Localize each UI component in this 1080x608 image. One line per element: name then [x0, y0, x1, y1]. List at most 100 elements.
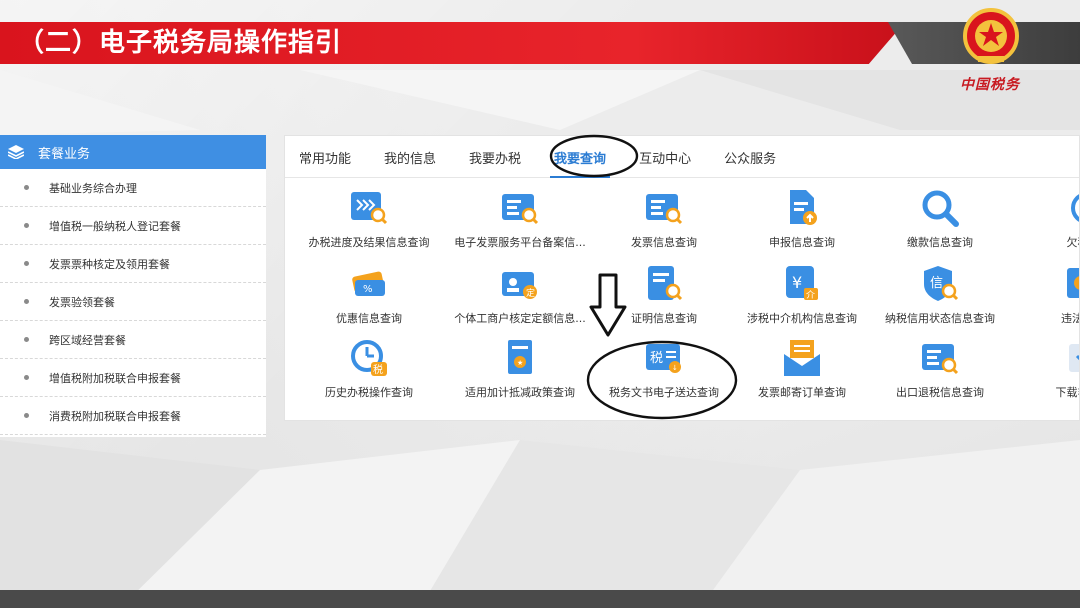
sidebar-title: 套餐业务	[38, 146, 91, 162]
certificate-search-icon	[648, 266, 683, 301]
national-emblem-icon	[963, 8, 1019, 64]
yen-agency-icon: ¥介	[786, 266, 818, 301]
function-item-label: 涉税中介机构信息查询	[747, 312, 857, 325]
credit-shield-icon: 信	[924, 266, 959, 301]
function-item-label: 纳税信用状态信息查询	[885, 312, 995, 325]
sidebar-item[interactable]: 发票验领套餐	[0, 283, 266, 321]
function-item[interactable]: 税历史办税操作查询	[299, 338, 439, 410]
mail-envelope-icon	[784, 340, 820, 376]
sidebar-item[interactable]: 增值税附加税联合申报套餐	[0, 359, 266, 397]
function-item[interactable]: 下载非税收	[1013, 338, 1079, 410]
sidebar-item-label: 发票票种核定及领用套餐	[49, 257, 170, 271]
function-item[interactable]: 电子发票服务平台备案信...	[450, 188, 590, 260]
violation-icon	[1067, 268, 1079, 298]
id-card-icon: 定	[502, 272, 537, 299]
function-item[interactable]: ¥ 介涉税中介机构信息查询	[732, 264, 872, 336]
function-item-label: 发票邮寄订单查询	[758, 386, 846, 399]
svg-text:税: 税	[650, 351, 663, 366]
function-item-label: 历史办税操作查询	[325, 386, 413, 399]
discount-ticket-icon: %	[352, 271, 385, 296]
export-refund-icon	[922, 344, 959, 375]
function-item[interactable]: 证明信息查询	[594, 264, 734, 336]
function-item-label: 适用加计抵减政策查询	[465, 386, 575, 399]
sidebar-item-label: 发票验领套餐	[49, 295, 115, 309]
arrears-icon: ¥	[1071, 194, 1079, 222]
sidebar-item-label: 基础业务综合办理	[49, 181, 137, 195]
svg-text:介: 介	[806, 290, 815, 301]
sidebar-item[interactable]: 发票票种核定及领用套餐	[0, 245, 266, 283]
function-item-label: 个体工商户核定定额信息...	[454, 312, 586, 325]
function-item-label: 违法违章	[1061, 312, 1079, 325]
function-item-label: 下载非税收	[1055, 386, 1080, 399]
clock-tax-icon: 税	[351, 340, 387, 376]
svg-text:↓: ↓	[672, 364, 678, 372]
query-panel: 常用功能 我的信息 我要办税 我要查询 互动中心 公众服务 办税进度及结果信息查询 电子发票…	[284, 135, 1080, 421]
function-item[interactable]: 违法违章	[1013, 264, 1079, 336]
function-item[interactable]: ¥ 欠税信	[1013, 188, 1079, 260]
function-item-label: 申报信息查询	[769, 236, 835, 249]
function-item[interactable]: 办税进度及结果信息查询	[299, 188, 439, 260]
function-item-label: 发票信息查询	[631, 236, 697, 249]
progress-search-icon	[351, 192, 388, 225]
sidebar-item[interactable]: 增值税一般纳税人登记套餐	[0, 207, 266, 245]
sidebar-item-label: 增值税附加税联合申报套餐	[49, 371, 181, 385]
function-item-label: 缴款信息查询	[907, 236, 973, 249]
function-item-label: 电子发票服务平台备案信...	[454, 236, 586, 249]
package-sidebar: 套餐业务 基础业务综合办理增值税一般纳税人登记套餐 发票票种核定及领用套餐 发票验领…	[0, 135, 266, 437]
brand-signature: 中国税务	[960, 77, 1020, 93]
sidebar-item-label: 增值税一般纳税人登记套餐	[49, 219, 181, 233]
invoice-platform-search-icon	[502, 194, 539, 225]
bullet-dot-icon	[24, 223, 29, 228]
bottom-bar	[0, 590, 1080, 608]
tax-document-icon: 税↓	[646, 344, 681, 373]
declaration-upload-icon	[790, 190, 817, 225]
function-item[interactable]: 税 ↓ 税务文书电子送达查询	[594, 338, 734, 410]
tab-item[interactable]: 公众服务	[724, 148, 776, 177]
tab-item[interactable]: 常用功能	[299, 148, 351, 177]
bullet-dot-icon	[24, 299, 29, 304]
bullet-dot-icon	[24, 413, 29, 418]
function-item-label: 欠税信	[1066, 236, 1080, 249]
function-item[interactable]: % 优惠信息查询	[299, 264, 439, 336]
sidebar-header[interactable]: 套餐业务	[0, 135, 266, 169]
function-item[interactable]: 发票邮寄订单查询	[732, 338, 872, 410]
sidebar-item[interactable]: 跨区域经营套餐	[0, 321, 266, 359]
download-icon	[1069, 344, 1079, 372]
function-item-label: 出口退税信息查询	[896, 386, 984, 399]
function-item[interactable]: 信纳税信用状态信息查询	[870, 264, 1010, 336]
page-title: （二）电子税务局操作指引	[18, 28, 343, 58]
bullet-dot-icon	[24, 261, 29, 266]
function-item[interactable]: 出口退税信息查询	[870, 338, 1010, 410]
bullet-dot-icon	[24, 375, 29, 380]
function-item[interactable]: ★ 适用加计抵减政策查询	[450, 338, 590, 410]
sidebar-item-label: 跨区域经营套餐	[49, 333, 126, 347]
svg-text:¥: ¥	[792, 273, 802, 292]
tab-item[interactable]: 我的信息	[384, 148, 436, 177]
bullet-dot-icon	[24, 337, 29, 342]
function-item-label: 证明信息查询	[631, 312, 697, 325]
sidebar-item-label: 消费税附加税联合申报套餐	[49, 409, 181, 423]
function-item[interactable]: 缴款信息查询	[870, 188, 1010, 260]
bullet-dot-icon	[24, 185, 29, 190]
tab-bar: 常用功能 我的信息 我要办税 我要查询 互动中心 公众服务	[285, 136, 1079, 178]
function-item-label: 办税进度及结果信息查询	[308, 236, 430, 249]
function-item-label: 优惠信息查询	[336, 312, 402, 325]
svg-text:定: 定	[526, 287, 535, 299]
tab-item[interactable]: 我要办税	[469, 148, 521, 177]
policy-document-icon: ★	[508, 340, 532, 374]
function-item[interactable]: 发票信息查询	[594, 188, 734, 260]
sidebar-item[interactable]: 消费税附加税联合申报套餐	[0, 397, 266, 435]
svg-text:★: ★	[517, 359, 523, 367]
magnifier-icon	[922, 190, 959, 227]
stack-icon	[8, 145, 24, 159]
invoice-search-icon	[646, 194, 683, 225]
svg-text:税: 税	[373, 363, 383, 376]
svg-text:%: %	[363, 284, 373, 295]
function-item-label: 税务文书电子送达查询	[609, 386, 719, 399]
function-item[interactable]: 申报信息查询	[732, 188, 872, 260]
function-item[interactable]: 定个体工商户核定定额信息...	[450, 264, 590, 336]
sidebar-item[interactable]: 基础业务综合办理	[0, 169, 266, 207]
svg-text:信: 信	[930, 276, 943, 291]
tab-item[interactable]: 互动中心	[639, 148, 691, 177]
tab-item[interactable]: 我要查询	[550, 148, 611, 178]
